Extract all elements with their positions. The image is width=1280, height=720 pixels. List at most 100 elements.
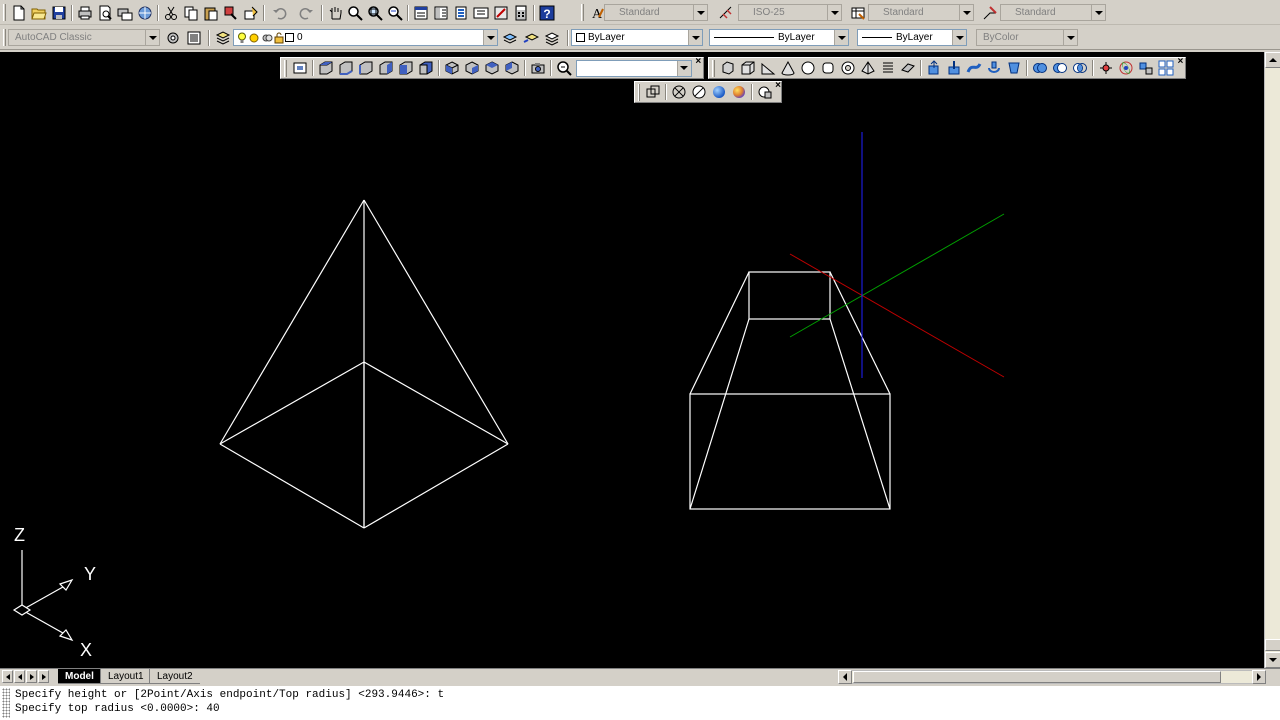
subtract-icon[interactable] [1050,59,1070,78]
chevron-down-icon[interactable] [1091,5,1105,20]
scroll-down-button[interactable] [1265,652,1280,668]
tab-layout1[interactable]: Layout1 [100,669,151,684]
plot-icon[interactable] [75,3,95,22]
command-line-grip[interactable] [2,688,10,718]
layer-unlocked-icon[interactable] [274,32,284,44]
toolbar-grip[interactable] [581,4,584,21]
layer-viewport-icon[interactable] [261,32,273,44]
layer-properties-icon[interactable] [213,28,233,47]
sheet-set-icon[interactable] [471,3,491,22]
realistic-icon[interactable] [709,83,729,102]
3d-rotate-icon[interactable] [1116,59,1136,78]
cone-icon[interactable] [778,59,798,78]
torus-icon[interactable] [838,59,858,78]
close-icon[interactable]: × [1176,57,1185,79]
last-tab-button[interactable] [38,670,49,683]
tab-model[interactable]: Model [58,669,101,684]
redo-icon[interactable] [293,3,319,22]
lineweight-control-select[interactable]: ByLayer [857,29,967,46]
cylinder-icon[interactable] [818,59,838,78]
sphere-icon[interactable] [798,59,818,78]
union-icon[interactable] [1030,59,1050,78]
vertical-scroll-thumb[interactable] [1265,639,1280,651]
scroll-left-button[interactable] [838,670,852,684]
pan-realtime-icon[interactable] [325,3,345,22]
chevron-down-icon[interactable] [959,5,973,20]
named-view-select[interactable] [575,59,692,77]
plot-preview-icon[interactable] [95,3,115,22]
chevron-down-icon[interactable] [827,5,841,20]
chevron-down-icon[interactable] [693,5,707,20]
layer-thaw-sun-icon[interactable] [248,32,260,44]
3d-align-icon[interactable] [1136,59,1156,78]
model-space-svg[interactable]: Z Y X [0,52,1264,668]
multileader-style-select[interactable]: Standard [1000,4,1106,21]
close-icon[interactable]: × [694,57,703,79]
multileader-style-icon[interactable] [980,3,1000,22]
front-view-icon[interactable] [396,59,416,78]
named-views-icon[interactable] [290,59,310,78]
open-file-icon[interactable] [29,3,49,22]
se-iso-view-icon[interactable] [462,59,482,78]
text-style-select[interactable]: Standard [604,4,708,21]
pyramid-icon[interactable] [858,59,878,78]
calculator-icon[interactable] [511,3,531,22]
3d-hidden-icon[interactable] [689,83,709,102]
plot-style-control-select[interactable]: ByColor [976,29,1078,46]
publish-icon[interactable] [115,3,135,22]
layer-on-bulb-icon[interactable] [237,32,247,44]
3d-move-icon[interactable] [1096,59,1116,78]
match-properties-icon[interactable] [221,3,241,22]
sweep-icon[interactable] [964,59,984,78]
chevron-down-icon[interactable] [1063,30,1077,45]
chevron-down-icon[interactable] [952,30,966,45]
table-style-icon[interactable] [848,3,868,22]
right-view-icon[interactable] [376,59,396,78]
toolbar-grip[interactable] [3,4,6,21]
conceptual-icon[interactable] [729,83,749,102]
make-object-layer-current-icon[interactable] [500,28,520,47]
vertical-scrollbar[interactable] [1264,52,1280,668]
tab-layout2[interactable]: Layout2 [149,669,200,684]
toolbar-grip[interactable] [638,83,641,101]
top-view-icon[interactable] [316,59,336,78]
polysolid-icon[interactable] [718,59,738,78]
dwf-icon[interactable] [135,3,155,22]
ne-iso-view-icon[interactable] [482,59,502,78]
toolbar-grip[interactable] [3,29,6,46]
tool-palettes-icon[interactable] [451,3,471,22]
3d-array-icon[interactable] [1156,59,1176,78]
visual-styles-manager-icon[interactable] [755,83,775,102]
layer-select[interactable]: 0 [233,29,498,46]
chevron-down-icon[interactable] [834,30,848,45]
back-view-icon[interactable] [416,59,436,78]
layer-states-icon[interactable] [542,28,562,47]
first-tab-button[interactable] [2,670,13,683]
zoom-previous-icon[interactable] [385,3,405,22]
2d-wireframe-icon[interactable] [643,83,663,102]
undo-icon[interactable] [267,3,293,22]
zoom-realtime-icon[interactable] [345,3,365,22]
table-style-select[interactable]: Standard [868,4,974,21]
block-editor-icon[interactable] [241,3,261,22]
chevron-down-icon[interactable] [145,30,159,45]
workspace-select[interactable]: AutoCAD Classic [8,29,160,46]
workspace-settings-icon[interactable] [163,28,183,47]
drawing-canvas[interactable]: Z Y X × × × [0,52,1264,668]
properties-icon[interactable] [411,3,431,22]
clean-screen-icon[interactable] [184,28,204,47]
loft-icon[interactable] [1004,59,1024,78]
command-line-window[interactable]: Specify height or [2Point/Axis endpoint/… [0,684,1280,720]
close-icon[interactable]: × [775,81,781,103]
chevron-down-icon[interactable] [483,30,497,45]
nw-iso-view-icon[interactable] [502,59,522,78]
horizontal-scrollbar[interactable] [838,670,1266,684]
zoom-window-icon[interactable] [365,3,385,22]
camera-icon[interactable] [528,59,548,78]
toolbar-grip[interactable] [712,59,715,77]
help-icon[interactable]: ? [537,3,557,22]
chevron-down-icon[interactable] [688,30,702,45]
horizontal-scroll-thumb[interactable] [853,671,1221,683]
pyramid-wireframe[interactable] [219,199,509,529]
presspull-icon[interactable] [944,59,964,78]
